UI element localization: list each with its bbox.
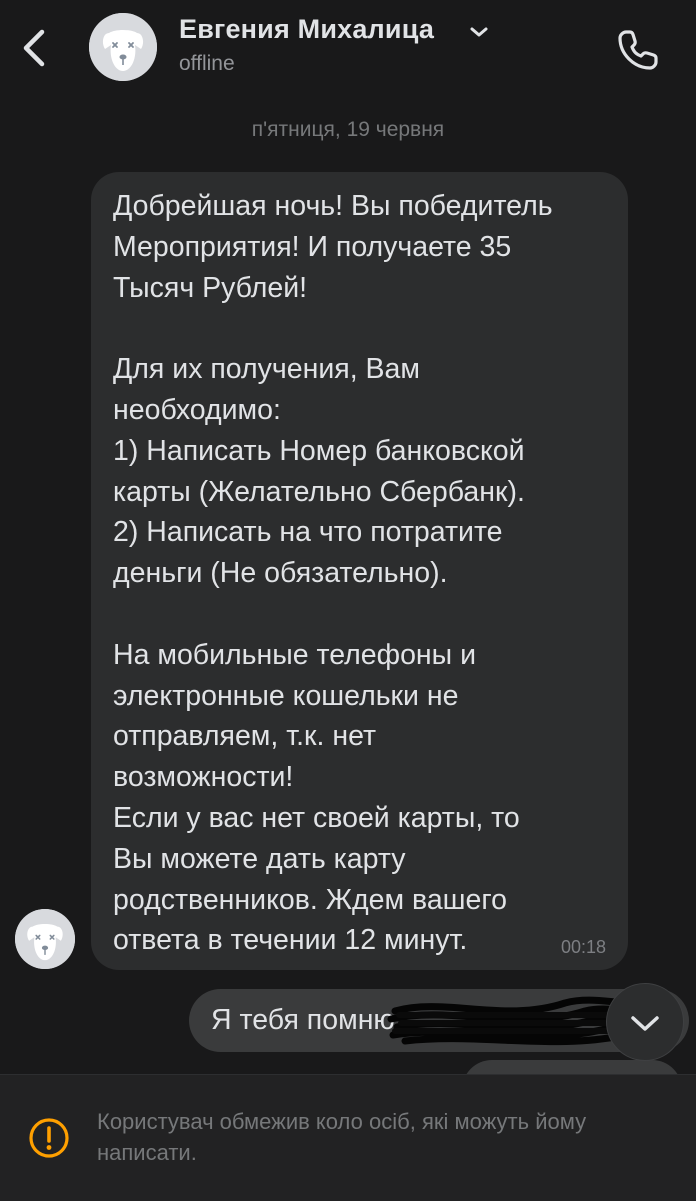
message-time: 00:18 [560,937,606,957]
warning-circle-icon [29,1118,69,1158]
phone-icon[interactable] [612,24,664,76]
message-text: Добрейшая ночь! Вы победитель Мероприяти… [113,190,553,957]
chat-header: Евгения Михалица offline [0,0,696,100]
chevron-down-icon[interactable] [468,24,490,40]
message-text: Я тебя помню [211,1004,395,1036]
incoming-message-bubble[interactable]: Добрейшая ночь! Вы победитель Мероприяти… [91,172,628,970]
date-separator: п'ятниця, 19 червня [251,118,445,141]
notice-text: Користувач обмежив коло осіб, які можуть… [97,1109,587,1165]
contact-name[interactable]: Евгения Михалица [179,14,434,45]
sender-avatar[interactable] [15,909,75,969]
chevron-down-icon [631,1016,659,1031]
deactivated-dog-avatar [15,909,75,969]
scroll-down-button[interactable] [606,983,684,1061]
avatar[interactable] [89,13,157,81]
contact-status: offline [179,52,235,75]
chevron-left-icon[interactable] [14,24,54,72]
deactivated-dog-avatar [89,13,157,81]
